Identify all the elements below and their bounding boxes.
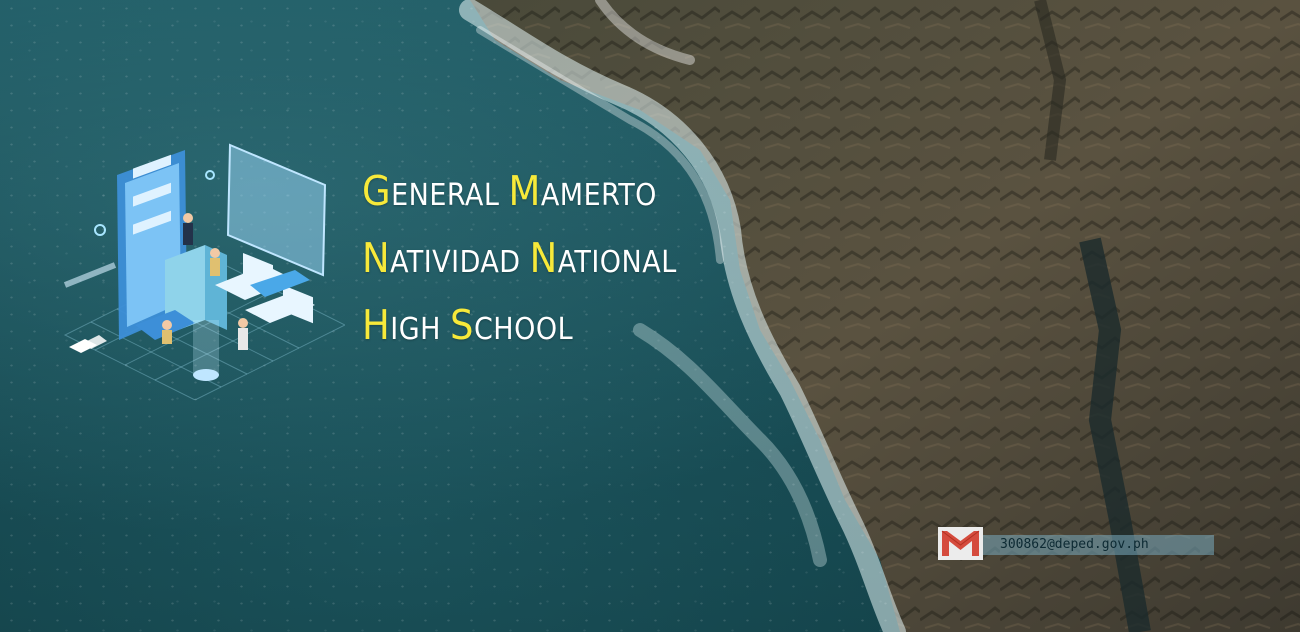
gmail-icon[interactable] bbox=[938, 527, 983, 560]
tech-illustration bbox=[63, 143, 345, 400]
contact-email-bar[interactable]: 300862@deped.gov.ph bbox=[938, 527, 1214, 560]
puzzle-pieces bbox=[69, 335, 107, 353]
email-address[interactable]: 300862@deped.gov.ph bbox=[983, 535, 1214, 555]
school-name-line-1: GENERAL MAMERTO bbox=[362, 167, 657, 215]
school-name-line-2: NATIVIDAD NATIONAL bbox=[362, 234, 677, 282]
floating-bar bbox=[63, 262, 117, 288]
school-name: GENERAL MAMERTO NATIVIDAD NATIONAL HIGH … bbox=[362, 160, 677, 361]
school-name-line-3: HIGH SCHOOL bbox=[362, 301, 574, 349]
hologram-pillar bbox=[193, 320, 219, 381]
